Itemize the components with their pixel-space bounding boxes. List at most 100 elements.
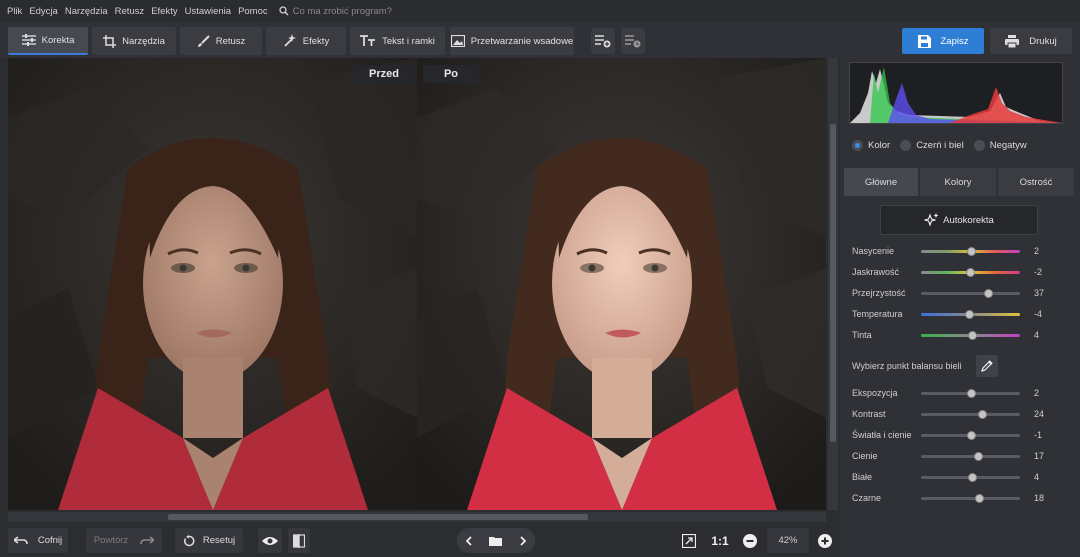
slider-handle[interactable] [975, 494, 985, 503]
color-mode-kolor[interactable]: Kolor [852, 140, 890, 151]
tab-retusz[interactable]: Retusz [180, 27, 262, 55]
slider-label: Ekspozycja [852, 388, 898, 398]
slider-value: -4 [1034, 309, 1043, 319]
slider-handle[interactable] [974, 452, 984, 461]
slider-track[interactable] [921, 494, 1020, 503]
tab-narzedzia[interactable]: Narzędzia [92, 27, 176, 55]
zoom-level[interactable]: 42% [767, 528, 809, 553]
slider-value: 18 [1034, 493, 1045, 503]
slider-row-kontrast: Kontrast 24 [852, 407, 1062, 421]
slider-row-tinta: Tinta 4 [852, 328, 1062, 342]
slider-track[interactable] [921, 473, 1020, 482]
tab-glowne[interactable]: Główne [844, 168, 918, 196]
slider-row-jaskrawosc: Jaskrawość -2 [852, 265, 1062, 279]
slider-handle[interactable] [967, 389, 977, 398]
minus-circle-icon [743, 533, 757, 548]
tab-korekta[interactable]: Korekta [8, 27, 88, 55]
slider-track[interactable] [921, 310, 1020, 319]
slider-handle[interactable] [966, 431, 976, 440]
actual-size-button[interactable]: 1:1 [706, 528, 734, 553]
white-balance-label: Wybierz punkt balansu bieli [852, 361, 962, 371]
slider-row-biale: Białe 4 [852, 470, 1062, 484]
vertical-scrollbar[interactable] [828, 58, 838, 510]
fit-to-screen-button[interactable] [678, 528, 700, 553]
save-button[interactable]: Zapisz [902, 28, 984, 54]
redo-button[interactable]: Powtórz [86, 528, 162, 553]
slider-track[interactable] [921, 289, 1020, 298]
color-mode-czern-i-biel[interactable]: Czerń i biel [900, 140, 964, 151]
menu-item-pomoc[interactable]: Pomoc [238, 6, 268, 17]
slider-track[interactable] [921, 389, 1020, 398]
slider-handle[interactable] [978, 410, 988, 419]
slider-track[interactable] [921, 431, 1020, 440]
add-list-icon [595, 35, 611, 48]
tab-kolory[interactable]: Kolory [920, 168, 996, 196]
eye-icon [262, 536, 278, 545]
slider-value: 17 [1034, 451, 1045, 461]
tab-tekst-label: Tekst i ramki [382, 35, 435, 47]
menu-item-efekty[interactable]: Efekty [151, 6, 177, 17]
tab-efekty[interactable]: Efekty [266, 27, 346, 55]
slider-handle[interactable] [984, 289, 994, 298]
radio-unselected [973, 140, 985, 151]
eyedropper-icon [981, 360, 993, 372]
zoom-out-button[interactable] [740, 528, 760, 553]
tab-retusz-label: Retusz [215, 35, 246, 47]
slider-handle[interactable] [964, 310, 974, 319]
tab-narzedzia-label: Narzędzia [122, 35, 165, 47]
menu-item-ustawienia[interactable]: Ustawienia [185, 6, 231, 17]
menu-item-narzedzia[interactable]: Narzędzia [65, 6, 108, 17]
history-list-icon [625, 35, 641, 48]
tab-ostrosc[interactable]: Ostrość [998, 168, 1074, 196]
horizontal-scroll-thumb[interactable] [168, 514, 588, 520]
slider-track[interactable] [921, 410, 1020, 419]
tab-przetwarzanie-label: Przetwarzanie wsadowe [470, 35, 574, 47]
undo-button[interactable]: Cofnij [8, 528, 68, 553]
compare-view-button[interactable] [288, 528, 310, 553]
slider-row-przejrzystosc: Przejrzystość 37 [852, 286, 1062, 300]
adjustments-panel: Kolor Czerń i biel Negatyw Główne Kolory… [840, 58, 1080, 557]
slider-handle[interactable] [968, 473, 978, 482]
color-mode-negatyw-label: Negatyw [989, 140, 1027, 151]
history-button[interactable] [621, 28, 645, 54]
slider-track[interactable] [921, 452, 1020, 461]
slider-handle[interactable] [968, 331, 978, 340]
photo-canvas[interactable]: Przed Po [8, 58, 826, 510]
reset-button[interactable]: Resetuj [175, 528, 243, 553]
next-image-icon[interactable] [519, 535, 527, 546]
menu-item-plik[interactable]: Plik [7, 6, 22, 17]
batch-images-icon [450, 35, 465, 47]
slider-track[interactable] [921, 331, 1020, 340]
previous-image-icon[interactable] [465, 535, 473, 546]
print-button[interactable]: Drukuj [990, 28, 1072, 54]
search-placeholder[interactable]: Co ma zrobić program? [293, 6, 392, 17]
zoom-in-button[interactable] [815, 528, 835, 553]
eyedropper-button[interactable] [976, 355, 998, 377]
autokorekta-button[interactable]: Autokorekta [880, 205, 1038, 235]
menu-item-edycja[interactable]: Edycja [29, 6, 58, 17]
add-preset-button[interactable] [591, 28, 615, 54]
vertical-scroll-thumb[interactable] [830, 124, 836, 442]
slider-value: 37 [1034, 288, 1045, 298]
image-navigation [457, 528, 535, 553]
tab-tekst-i-ramki[interactable]: Tekst i ramki [350, 27, 445, 55]
slider-track[interactable] [921, 268, 1020, 277]
slider-handle[interactable] [967, 247, 977, 256]
menu-item-retusz[interactable]: Retusz [115, 6, 145, 17]
after-photo [417, 58, 826, 510]
tab-przetwarzanie-wsadowe[interactable]: Przetwarzanie wsadowe [450, 27, 574, 55]
slider-handle[interactable] [965, 268, 975, 277]
preview-toggle-button[interactable] [258, 528, 282, 553]
command-search[interactable]: Co ma zrobić program? [278, 6, 392, 17]
slider-label: Białe [852, 472, 873, 482]
radio-selected [852, 140, 863, 151]
slider-value: -2 [1034, 267, 1043, 277]
slider-track[interactable] [921, 247, 1020, 256]
slider-label: Jaskrawość [852, 267, 900, 277]
print-label: Drukuj [1029, 35, 1057, 47]
slider-label: Przejrzystość [852, 288, 906, 298]
horizontal-scrollbar[interactable] [8, 512, 826, 522]
fit-screen-icon [682, 533, 696, 548]
color-mode-negatyw[interactable]: Negatyw [973, 140, 1027, 151]
folder-icon[interactable] [489, 536, 503, 546]
